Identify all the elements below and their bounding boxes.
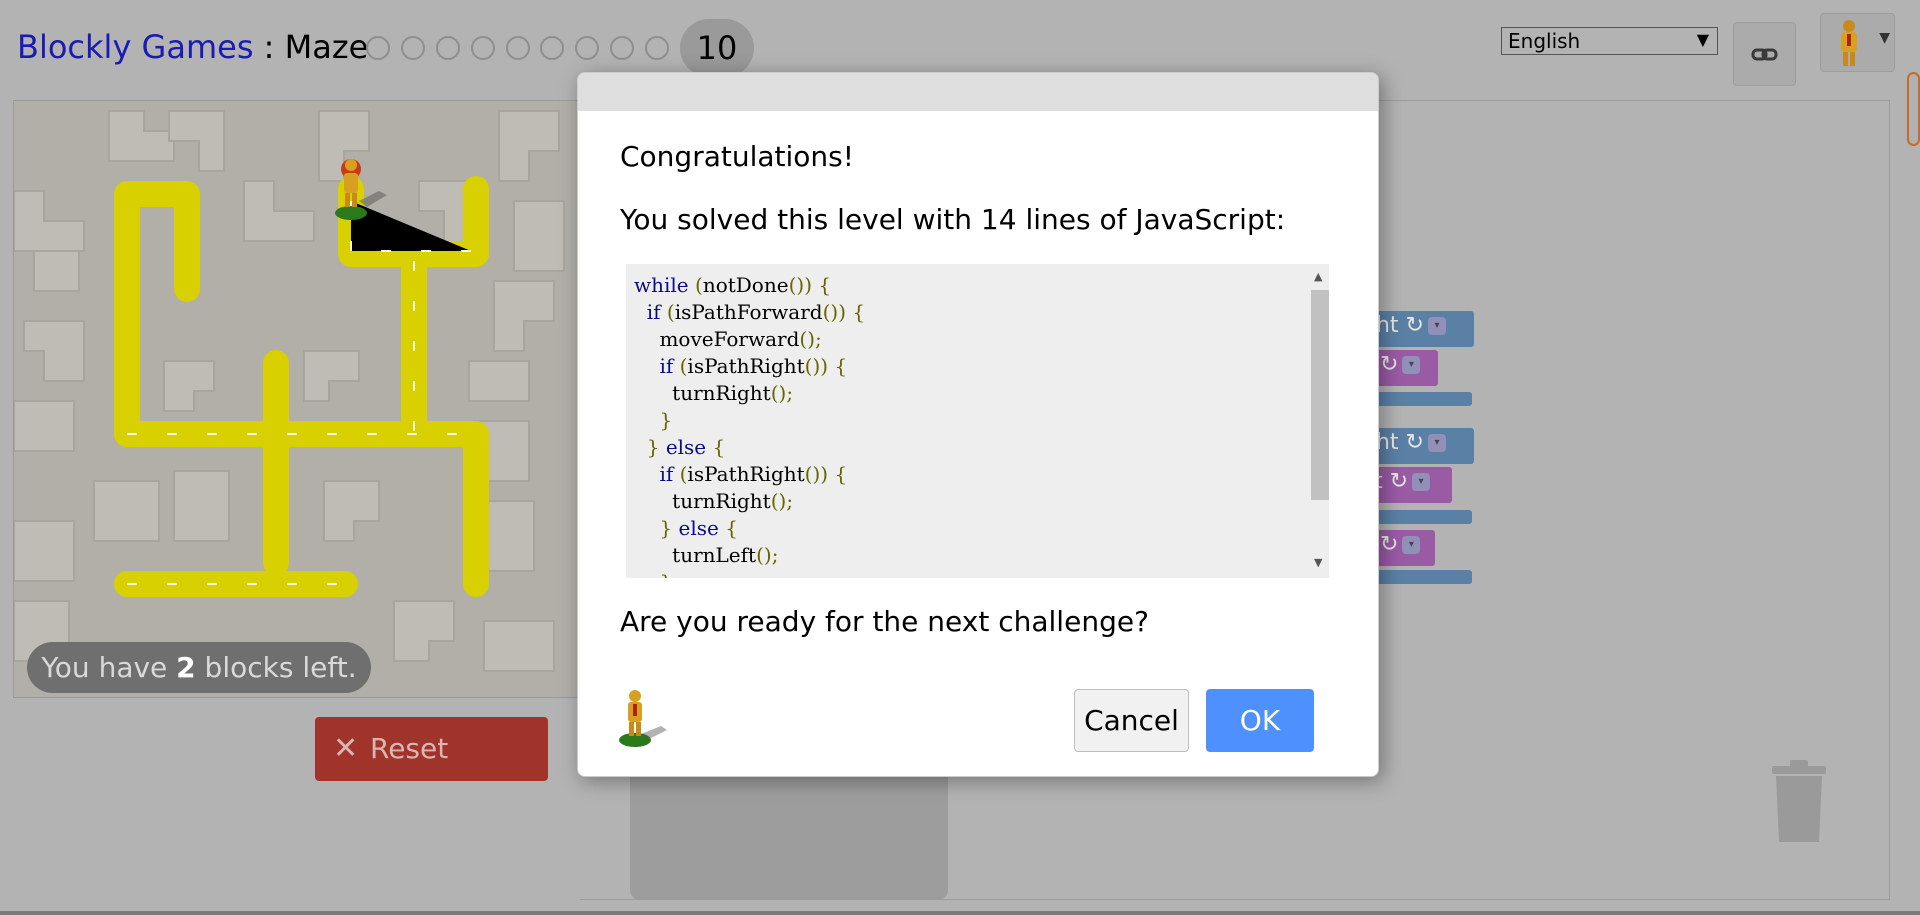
scroll-up-icon[interactable]: ▲ (1314, 270, 1322, 283)
language-value: English (1508, 29, 1581, 53)
blocks-left-count: 2 (176, 651, 196, 684)
congrats-heading: Congratulations! (620, 140, 854, 173)
dropdown-arrow-icon: ▾ (1412, 473, 1431, 491)
code-line: if (isPathForward()) { (646, 300, 866, 324)
code-block[interactable]: while (notDone()) { if (isPathForward())… (626, 264, 1329, 578)
code-scrollbar-thumb[interactable] (1311, 290, 1329, 500)
pegman-icon (1841, 20, 1857, 66)
level-1-dot[interactable] (366, 36, 390, 60)
level-3-dot[interactable] (436, 36, 460, 60)
code-line: turnRight(); (672, 489, 794, 513)
page-title: Blockly Games : Maze (17, 28, 368, 66)
code-line: turnLeft(); (672, 543, 779, 567)
maze-board (14, 110, 565, 672)
game-name: Maze (284, 28, 369, 66)
reset-button[interactable]: ✕ Reset (315, 717, 548, 781)
congrats-dialog: Congratulations! You solved this level w… (577, 72, 1379, 777)
pegman-icon (619, 690, 667, 747)
dropdown-arrow-icon: ▼ (1696, 30, 1709, 49)
code-line: if (isPathRight()) { (659, 354, 848, 378)
link-icon (1751, 48, 1778, 61)
cancel-button[interactable]: Cancel (1074, 689, 1189, 752)
code-line: turnRight(); (672, 381, 794, 405)
page-scrollbar[interactable] (1907, 72, 1920, 146)
level-7-dot[interactable] (575, 36, 599, 60)
level-8-dot[interactable] (610, 36, 634, 60)
block-label: t ↻ (1374, 469, 1409, 494)
scroll-down-icon[interactable]: ▼ (1314, 556, 1322, 569)
solved-message: You solved this level with 14 lines of J… (620, 203, 1286, 236)
level-5-dot[interactable] (506, 36, 530, 60)
ok-button[interactable]: OK (1206, 689, 1314, 752)
dialog-header (578, 73, 1378, 111)
level-9-dot[interactable] (645, 36, 669, 60)
code-line: if (isPathRight()) { (659, 462, 848, 486)
maze-canvas (13, 100, 579, 698)
code-line: } else { (659, 516, 738, 540)
chevron-down-icon: ▼ (1879, 30, 1890, 46)
code-lines: while (notDone()) { if (isPathForward())… (634, 272, 865, 578)
brand-link[interactable]: Blockly Games (17, 28, 253, 66)
dropdown-arrow-icon: ▾ (1402, 536, 1421, 554)
blocks-left-prefix: You have (41, 651, 177, 684)
language-select[interactable]: English ▼ (1501, 27, 1718, 55)
title-separator: : (253, 28, 285, 66)
dropdown-arrow-icon: ▾ (1427, 434, 1446, 452)
reset-label: Reset (370, 732, 449, 765)
pegman-button[interactable]: ▼ (1820, 13, 1895, 72)
close-icon: ✕ (333, 731, 359, 766)
code-line: } else { (646, 435, 726, 459)
code-line: } (659, 408, 673, 432)
block-label: ↻ (1380, 352, 1399, 377)
trash-icon[interactable] (1770, 760, 1828, 846)
code-line: while (notDone()) { (634, 273, 832, 297)
bottom-divider (0, 911, 1920, 915)
dropdown-arrow-icon: ▾ (1402, 356, 1421, 374)
code-line: moveForward(); (659, 327, 822, 351)
level-4-dot[interactable] (471, 36, 495, 60)
code-line: } (634, 569, 865, 578)
level-6-dot[interactable] (540, 36, 564, 60)
current-level-badge: 10 (680, 19, 754, 77)
blocks-left-suffix: blocks left. (195, 651, 357, 684)
blocks-left-banner: You have 2 blocks left. (27, 642, 371, 693)
next-challenge-prompt: Are you ready for the next challenge? (620, 605, 1149, 638)
block-label: ↻ (1380, 532, 1399, 557)
level-2-dot[interactable] (401, 36, 425, 60)
link-button[interactable] (1733, 22, 1796, 86)
dropdown-arrow-icon: ▾ (1427, 317, 1446, 335)
toolbox-flyout (630, 770, 948, 900)
